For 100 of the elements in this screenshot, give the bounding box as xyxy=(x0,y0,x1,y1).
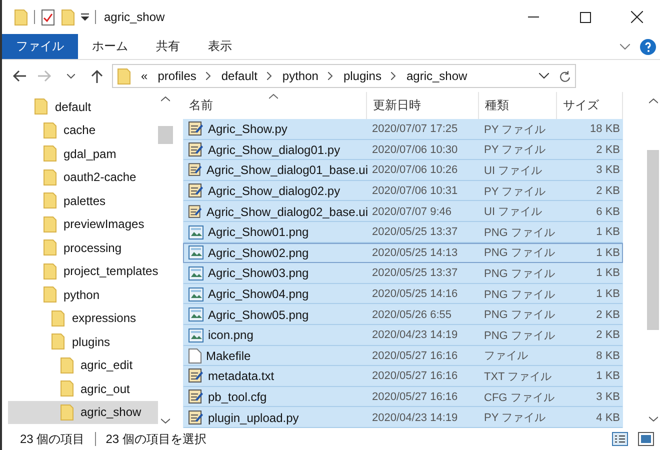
breadcrumb[interactable]: agric_show xyxy=(406,69,468,83)
folder-icon xyxy=(60,356,74,374)
folder-icon xyxy=(34,98,48,116)
file-size: 1 KB xyxy=(595,226,621,238)
refresh-icon[interactable] xyxy=(559,70,571,82)
tree-item[interactable]: plugins xyxy=(8,330,158,354)
file-name: Makefile xyxy=(206,348,251,363)
file-name: Agric_Show_dialog01_base.ui xyxy=(206,163,368,178)
file-row[interactable]: Agric_Show03.png 2020/05/25 13:37 PNG ファイル 1 KB xyxy=(183,263,623,284)
folder-icon xyxy=(42,122,56,139)
scroll-down-icon[interactable] xyxy=(648,416,658,422)
modified-date: 2020/04/23 14:19 xyxy=(371,412,459,424)
breadcrumb[interactable]: python xyxy=(282,69,318,83)
scrollbar-thumb[interactable] xyxy=(647,150,659,330)
scroll-up-icon[interactable] xyxy=(161,96,170,102)
window-title: agric_show xyxy=(104,10,166,24)
close-icon[interactable] xyxy=(631,11,643,23)
file-name: Agric_Show03.png xyxy=(208,266,309,280)
file-row[interactable]: Agric_Show05.png 2020/05/26 6:55 PNG ファイル 2 KB xyxy=(183,304,623,325)
file-row[interactable]: Agric_Show_dialog02_base.ui 2020/07/07 9:46 UI ファイル 6 KB xyxy=(183,201,623,222)
file-size: 1 KB xyxy=(595,267,621,280)
file-type: UI ファイル xyxy=(483,164,544,178)
file-row[interactable]: plugin_upload.py 2020/04/23 14:19 PY ファイル 4 KB xyxy=(183,407,623,428)
tree-item[interactable]: agric_show xyxy=(8,400,158,424)
tree-item[interactable]: cache xyxy=(8,118,158,142)
tree-item[interactable]: agric_out xyxy=(8,377,158,400)
file-name: Agric_Show05.png xyxy=(208,308,309,322)
file-row[interactable]: metadata.txt 2020/05/27 16:16 TXT ファイル 1 KB xyxy=(183,366,623,387)
tree-item[interactable]: processing xyxy=(8,236,158,260)
file-row[interactable]: Agric_Show_dialog01.py 2020/07/06 10:30 PY ファイル 2 KB xyxy=(183,140,623,160)
script-file-icon xyxy=(188,204,203,220)
help-icon[interactable] xyxy=(640,38,656,54)
tree-item[interactable]: default xyxy=(8,95,158,118)
file-size: 1 KB xyxy=(595,288,621,300)
details-view-icon[interactable] xyxy=(612,432,628,446)
folder-icon xyxy=(42,239,56,256)
file-name: Agric_Show_dialog02.py xyxy=(208,184,340,198)
properties-icon[interactable] xyxy=(41,8,55,26)
dropdown-icon[interactable] xyxy=(81,13,89,21)
ribbon-tab[interactable]: ファイル xyxy=(2,34,78,59)
file-row[interactable]: Agric_Show04.png 2020/05/25 14:16 PNG ファイル 1 KB xyxy=(183,284,623,304)
overflow-chevron[interactable]: « xyxy=(141,69,148,83)
file-row[interactable]: pb_tool.cfg 2020/05/27 16:16 CFG ファイル 3 KB xyxy=(183,386,623,408)
file-name: Agric_Show_dialog02_base.ui xyxy=(206,204,368,219)
tree-item[interactable]: project_templates xyxy=(8,260,158,283)
ribbon-tab[interactable]: ホーム xyxy=(78,34,142,59)
file-row[interactable]: Agric_Show_dialog02.py 2020/07/06 10:31 PY ファイル 2 KB xyxy=(183,180,623,202)
modified-date: 2020/05/25 13:37 xyxy=(371,226,459,238)
back-arrow-icon[interactable] xyxy=(12,70,26,82)
tree-item[interactable]: agric_edit xyxy=(8,354,158,377)
file-name: metadata.txt xyxy=(208,369,274,384)
folder-icon xyxy=(14,8,28,26)
tree-item[interactable]: previewImages xyxy=(8,212,158,236)
tree-item[interactable]: expressions xyxy=(8,306,158,330)
large-icons-view-icon[interactable] xyxy=(638,432,654,446)
modified-date: 2020/05/25 13:37 xyxy=(371,267,459,280)
minimize-icon[interactable] xyxy=(528,16,538,18)
file-name: plugin_upload.py xyxy=(208,410,299,425)
file-row[interactable]: Agric_Show.py 2020/07/07 17:25 PY ファイル 18 KB xyxy=(183,119,623,140)
file-type: ファイル xyxy=(483,349,529,364)
chevron-down-icon[interactable] xyxy=(67,74,75,78)
breadcrumb[interactable]: plugins xyxy=(343,69,382,83)
folder-icon xyxy=(60,404,74,421)
file-type: PNG ファイル xyxy=(483,308,556,322)
script-file-icon xyxy=(188,142,204,158)
tree-item[interactable]: gdal_pam xyxy=(8,142,158,166)
folder-icon xyxy=(42,262,56,280)
chevron-icon xyxy=(267,72,272,80)
up-arrow-icon[interactable] xyxy=(91,69,103,83)
script-file-icon xyxy=(188,162,203,178)
tree-item[interactable]: palettes xyxy=(8,189,158,212)
dropdown-icon[interactable] xyxy=(539,73,549,79)
file-row[interactable]: icon.png 2020/04/23 14:19 PNG ファイル 2 KB xyxy=(183,324,623,346)
modified-date: 2020/07/07 17:25 xyxy=(371,123,459,136)
tree-item[interactable]: python xyxy=(8,283,158,306)
ribbon-tab[interactable]: 表示 xyxy=(194,34,246,59)
ribbon-tab[interactable]: 共有 xyxy=(142,34,194,59)
file-row[interactable]: Agric_Show01.png 2020/05/25 13:37 PNG ファイル 1 KB xyxy=(183,222,623,243)
file-row[interactable]: Agric_Show_dialog01_base.ui 2020/07/06 10:26 UI ファイル 3 KB xyxy=(183,160,623,181)
tree-item[interactable]: oauth2-cache xyxy=(8,166,158,189)
breadcrumb[interactable]: default xyxy=(221,69,258,83)
modified-date: 2020/04/23 14:19 xyxy=(371,329,459,342)
scrollbar-thumb[interactable] xyxy=(158,126,174,144)
file-row[interactable]: Makefile 2020/05/27 16:16 ファイル 8 KB xyxy=(183,346,623,366)
breadcrumb[interactable]: profiles xyxy=(158,69,196,83)
image-file-icon xyxy=(188,286,204,302)
folder-icon xyxy=(42,286,56,304)
modified-date: 2020/05/27 16:16 xyxy=(371,391,459,404)
file-name: pb_tool.cfg xyxy=(208,390,267,404)
file-type: PNG ファイル xyxy=(483,226,556,240)
address-bar[interactable]: « profiles default python plugins agric_show xyxy=(112,64,576,88)
scroll-down-icon[interactable] xyxy=(161,418,170,424)
selection-count: 23 個の項目を選択 xyxy=(106,430,206,448)
file-row[interactable]: Agric_Show02.png 2020/05/25 14:13 PNG ファイル 1 KB xyxy=(183,242,623,264)
folder-icon xyxy=(51,310,65,327)
script-file-icon xyxy=(188,121,204,138)
scroll-up-icon[interactable] xyxy=(648,98,658,104)
script-file-icon xyxy=(188,389,204,406)
expand-ribbon-icon[interactable] xyxy=(620,44,630,50)
maximize-icon[interactable] xyxy=(580,12,590,22)
